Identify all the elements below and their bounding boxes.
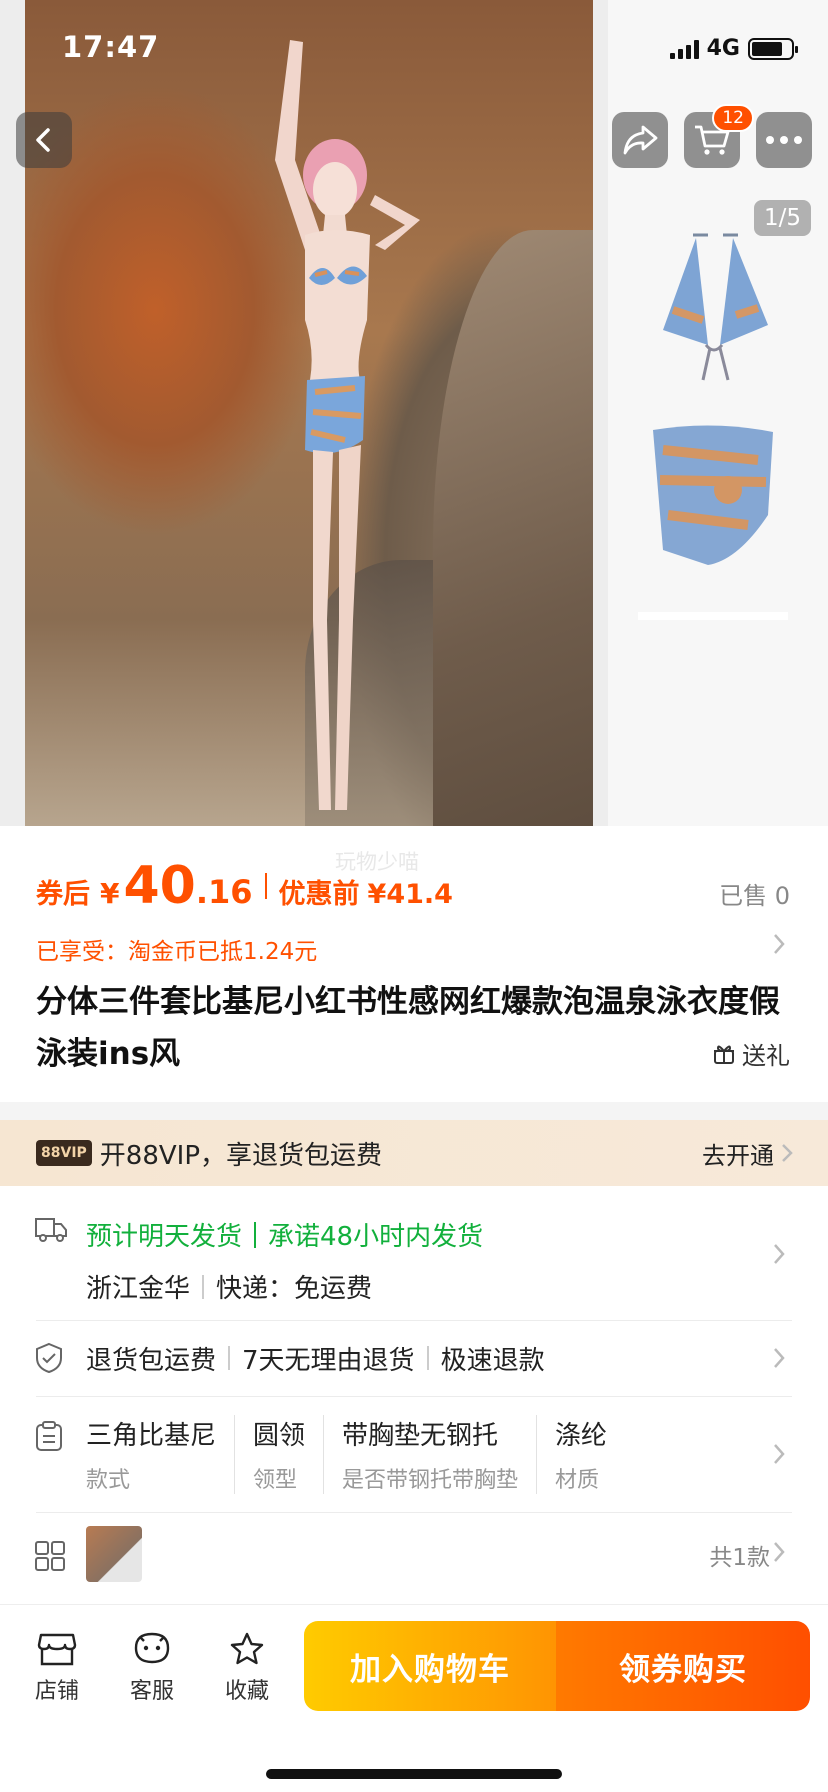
attributes-row[interactable]: 三角比基尼 款式 圆领 领型 带胸垫无钢托 是否带钢托带胸垫 涤纶 材质 [0, 1396, 828, 1512]
product-title: 分体三件套比基尼小红书性感网红爆款泡温泉泳衣度假泳装ins风 [36, 984, 780, 1072]
shield-icon [36, 1342, 62, 1374]
add-to-cart-button[interactable]: 加入购物车 [304, 1621, 556, 1711]
attribute-list: 三角比基尼 款式 圆领 领型 带胸垫无钢托 是否带钢托带胸垫 涤纶 材质 [86, 1396, 643, 1512]
attribute-value: 涤纶 [555, 1420, 608, 1451]
attribute-item: 带胸垫无钢托 是否带钢托带胸垫 [342, 1414, 538, 1494]
attribute-key: 款式 [86, 1467, 131, 1493]
network-label: 4G [706, 36, 740, 61]
service-item: 7天无理由退货 [242, 1345, 415, 1376]
attribute-item: 三角比基尼 款式 [86, 1414, 236, 1494]
grid-icon [35, 1541, 65, 1571]
flatlay-strip [638, 612, 788, 620]
status-time: 17:47 [62, 30, 160, 64]
service-item: 极速退款 [440, 1345, 545, 1376]
ship-promise-text: 承诺48小时内发货 [268, 1222, 484, 1252]
chevron-right-icon [774, 1348, 785, 1368]
gift-icon [714, 1045, 734, 1064]
status-indicators: 4G [669, 36, 798, 61]
attribute-item: 圆领 领型 [253, 1414, 325, 1494]
separator [254, 1221, 257, 1248]
ship-origin: 浙江金华 [86, 1274, 191, 1304]
chevron-right-icon [774, 1444, 785, 1464]
sold-count: 已售 0 [719, 882, 790, 910]
attribute-key: 是否带钢托带胸垫 [342, 1467, 519, 1493]
sku-thumbnail[interactable] [86, 1526, 142, 1582]
ship-estimate-text: 预计明天发货 [86, 1222, 243, 1252]
shipping-row[interactable]: 预计明天发货 承诺48小时内发货 浙江金华 快递：免运费 [0, 1186, 828, 1320]
product-gallery[interactable]: 17:47 4G 12 1/5 [0, 0, 828, 826]
coin-discount-note[interactable]: 已享受：淘金币已抵1.24元 [36, 932, 317, 966]
sku-count: 共1款 [709, 1545, 770, 1571]
original-price: ¥41.4 [367, 879, 453, 910]
gallery-counter: 1/5 [753, 200, 811, 236]
attribute-item: 涤纶 材质 [555, 1415, 625, 1494]
info-card: 预计明天发货 承诺48小时内发货 浙江金华 快递：免运费 退货包运费 7天无理由… [0, 1186, 828, 1604]
store-tab[interactable]: 店铺 [17, 1631, 97, 1705]
truck-icon [35, 1218, 67, 1242]
favorite-label: 收藏 [224, 1679, 269, 1704]
rock-right [433, 230, 593, 826]
currency-symbol: ¥ [100, 877, 120, 910]
home-indicator[interactable] [266, 1769, 562, 1779]
signal-icon [669, 39, 699, 59]
cart-button[interactable]: 12 [684, 104, 754, 168]
cart-badge: 12 [712, 104, 754, 132]
chat-face-icon [134, 1632, 170, 1664]
star-icon [230, 1632, 264, 1665]
attribute-key: 领型 [253, 1467, 298, 1493]
chevron-right-icon [774, 1244, 785, 1264]
battery-fill [752, 41, 783, 56]
product-photo-main [25, 0, 593, 826]
price-integer: 40 [123, 856, 196, 916]
gift-label: 送礼 [742, 1042, 790, 1070]
clipboard-icon [36, 1421, 62, 1451]
attribute-value: 带胸垫无钢托 [342, 1420, 499, 1451]
vip-open-button[interactable]: 去开通 [702, 1136, 774, 1171]
favorite-tab[interactable]: 收藏 [207, 1631, 287, 1705]
more-dots-icon [766, 136, 802, 144]
service-row[interactable]: 退货包运费 7天无理由退货 极速退款 [0, 1320, 828, 1396]
chevron-right-icon [774, 1542, 785, 1562]
separator [228, 1346, 231, 1370]
buy-now-button[interactable]: 领券购买 [556, 1621, 810, 1711]
chevron-right-icon[interactable] [772, 932, 786, 956]
store-icon [37, 1633, 77, 1666]
coupon-price-label: 券后 [36, 879, 90, 910]
bottom-action-bar: 店铺 客服 收藏 加入购物车 领券购买 [0, 1604, 828, 1792]
service-item: 退货包运费 [86, 1345, 217, 1376]
service-label: 客服 [129, 1679, 174, 1704]
price-decimal: .16 [195, 873, 253, 911]
bikini-top-image [663, 233, 768, 381]
watermark: 玩物少喵 [335, 850, 419, 874]
service-list: 退货包运费 7天无理由退货 极速退款 [86, 1320, 545, 1396]
attribute-value: 三角比基尼 [86, 1420, 217, 1451]
store-label: 店铺 [34, 1679, 79, 1704]
attribute-key: 材质 [555, 1467, 600, 1493]
service-tab[interactable]: 客服 [112, 1631, 192, 1705]
battery-icon [748, 37, 798, 60]
chevron-right-icon [782, 1144, 793, 1162]
separator [426, 1346, 429, 1370]
vip-text: 开88VIP，享退货包运费 [99, 1140, 383, 1171]
gift-button[interactable]: 送礼 [712, 1036, 790, 1071]
vip-tag: 88VIP [36, 1140, 92, 1166]
share-icon [623, 125, 658, 155]
ship-express: 快递：免运费 [216, 1274, 373, 1304]
attribute-value: 圆领 [253, 1420, 306, 1451]
sarong-image [653, 425, 773, 565]
shipping-details: 浙江金华 快递：免运费 [86, 1268, 372, 1305]
more-button[interactable] [756, 112, 812, 168]
share-button[interactable] [612, 112, 668, 168]
shipping-estimate: 预计明天发货 承诺48小时内发货 [86, 1216, 483, 1253]
chevron-left-icon [36, 128, 50, 152]
separator [202, 1274, 205, 1299]
sku-row[interactable]: 共1款 [0, 1512, 828, 1604]
original-price-label: 优惠前 [278, 879, 360, 910]
back-button[interactable] [16, 112, 72, 168]
price-separator [264, 873, 267, 899]
vip-banner[interactable]: 88VIP 开88VIP，享退货包运费 去开通 [0, 1120, 828, 1186]
model-figure [275, 40, 420, 810]
